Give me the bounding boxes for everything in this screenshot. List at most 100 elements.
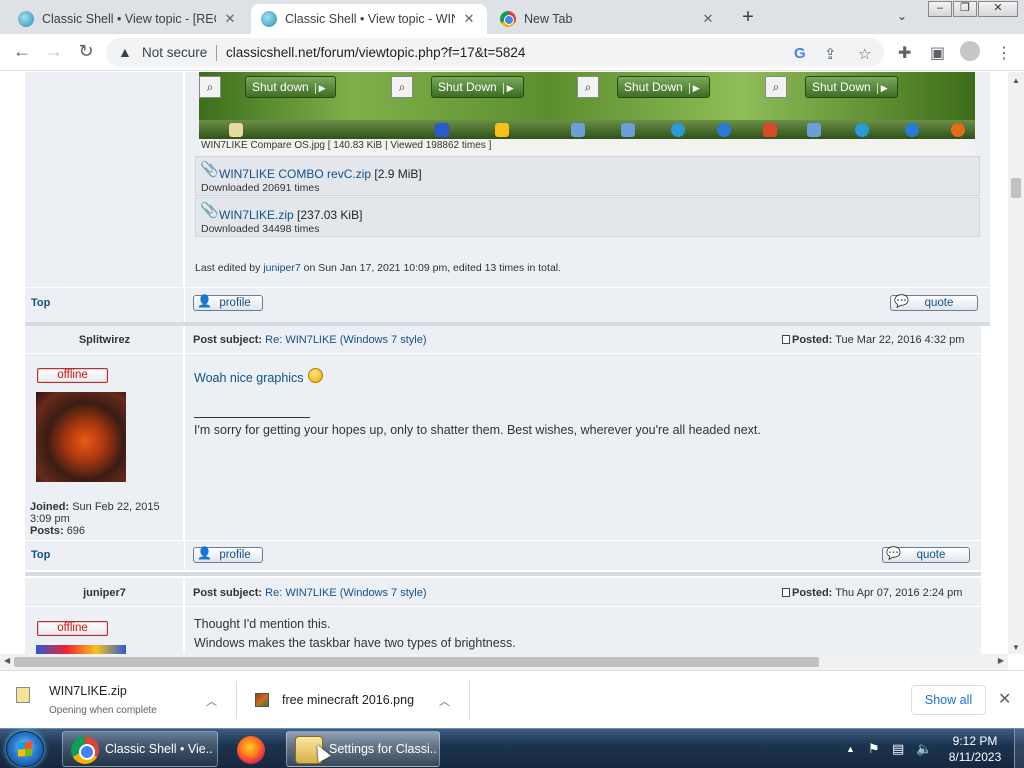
scroll-thumb[interactable] (14, 657, 819, 667)
tab-title: Classic Shell • View topic - WIN7LIKE (285, 12, 455, 26)
download-item-minecraft[interactable]: free minecraft 2016.png ︿ (237, 671, 469, 729)
profile-button[interactable]: 👤 profile (193, 294, 263, 311)
subject-label: Post subject: (193, 334, 263, 346)
extensions-icon[interactable]: ✚ (898, 43, 911, 63)
folder-icon (495, 123, 509, 137)
url-text[interactable]: classicshell.net/forum/viewtopic.php?f=1… (226, 45, 525, 60)
menu-kebab-icon[interactable]: ⋮ (996, 43, 1012, 63)
close-tab-icon[interactable]: ✕ (461, 11, 477, 27)
show-all-button[interactable]: Show all (911, 685, 986, 715)
subject-link[interactable]: Re: WIN7LIKE (Windows 7 style) (265, 334, 426, 346)
monitor-icon (807, 123, 821, 137)
posts-count: 696 (66, 525, 86, 537)
chrome-icon (500, 11, 516, 27)
taskbar-chrome[interactable]: Classic Shell • Vie... (62, 731, 218, 767)
warning-icon[interactable]: ▲ (118, 44, 132, 60)
reload-icon[interactable]: ↻ (74, 41, 98, 62)
image-file-icon (255, 693, 269, 707)
scroll-down-icon[interactable]: ▼ (1012, 643, 1020, 652)
post-author[interactable]: juniper7 (25, 587, 184, 599)
close-tab-icon[interactable]: ✕ (700, 11, 716, 27)
profile-button[interactable]: 👤 profile (193, 546, 263, 563)
edit-prefix: Last edited by (195, 262, 261, 274)
profile-avatar-icon[interactable] (960, 41, 980, 61)
google-lens-icon[interactable]: G (794, 45, 806, 62)
shutdown-label: Shut Down (624, 80, 683, 94)
download-item-win7like[interactable]: WIN7LIKE.zip Opening when complete ︿ (0, 671, 236, 729)
zip-file-icon (16, 687, 30, 703)
show-desktop-button[interactable] (1014, 729, 1024, 768)
post-message-line-2: Windows makes the taskbar have two types… (194, 636, 516, 650)
attachment-link[interactable]: WIN7LIKE COMBO revC.zip (219, 167, 371, 181)
message-text: Woah nice graphics (194, 371, 304, 385)
attachment-link[interactable]: WIN7LIKE.zip (219, 208, 294, 222)
security-label[interactable]: Not secure (142, 45, 207, 60)
download-filename: free minecraft 2016.png (282, 693, 415, 707)
post-author[interactable]: Splitwirez (25, 334, 184, 346)
download-filename: WIN7LIKE.zip (49, 684, 127, 698)
top-link[interactable]: Top (31, 297, 50, 309)
subject-link[interactable]: Re: WIN7LIKE (Windows 7 style) (265, 587, 426, 599)
laughing-smiley-icon (307, 368, 323, 383)
divider (469, 681, 470, 719)
system-clock[interactable]: 9:12 PM 8/11/2023 (940, 733, 1010, 765)
tab-search-icon[interactable]: ⌄ (897, 9, 907, 23)
posted-value: Tue Mar 22, 2016 4:32 pm (835, 334, 965, 346)
download-count: Downloaded 20691 times (201, 182, 320, 194)
quote-button[interactable]: 💬 quote (882, 546, 970, 563)
clock-time: 9:12 PM (952, 734, 998, 748)
status-badge: offline (37, 621, 108, 636)
taskbar-firefox[interactable] (224, 731, 278, 767)
post-icon[interactable] (782, 335, 790, 344)
close-window-button[interactable]: ✕ (978, 1, 1018, 17)
tab-classic-shell-2[interactable]: Classic Shell • View topic - WIN7LIKE ✕ (251, 4, 487, 34)
posts-label: Posts: (30, 525, 64, 537)
maximize-button[interactable]: ❐ (953, 1, 977, 17)
network-icon[interactable]: ▤ (892, 741, 904, 757)
taskbar-classic-shell-settings[interactable]: Settings for Classi... (286, 731, 440, 767)
start-button[interactable] (6, 731, 44, 767)
tray-expand-icon[interactable]: ▲ (846, 744, 855, 754)
new-tab-button[interactable]: + (737, 6, 759, 29)
close-tab-icon[interactable]: ✕ (222, 11, 238, 27)
forward-icon[interactable]: → (42, 41, 66, 62)
posted-label: Posted: (792, 334, 833, 346)
horizontal-scrollbar[interactable]: ◀ ▶ (0, 654, 1008, 670)
chevron-up-icon[interactable]: ︿ (439, 693, 450, 709)
chevron-up-icon[interactable]: ︿ (206, 693, 217, 709)
divider (184, 288, 185, 322)
divider (25, 606, 981, 607)
search-icon: ⌕ (577, 76, 599, 98)
attached-image-win7like-compare[interactable]: ⌕ Shut down ▶ ⌕ Shut Down ▶ ⌕ Shut Down ▶ ⌕… (199, 72, 975, 139)
side-panel-icon[interactable]: ▣ (930, 43, 945, 63)
close-icon[interactable]: ✕ (998, 689, 1011, 709)
bookmark-star-icon[interactable]: ☆ (858, 45, 871, 63)
tab-new-tab[interactable]: New Tab ✕ (490, 4, 726, 34)
tab-classic-shell-1[interactable]: Classic Shell • View topic - [REQU ✕ (8, 4, 248, 34)
download-count: Downloaded 34498 times (201, 223, 320, 235)
scroll-left-icon[interactable]: ◀ (4, 656, 10, 665)
avatar (36, 645, 126, 654)
post-icon[interactable] (782, 588, 790, 597)
edit-user-link[interactable]: juniper7 (263, 262, 300, 274)
share-icon[interactable]: ⇪ (824, 45, 837, 63)
scroll-up-icon[interactable]: ▲ (1012, 76, 1020, 85)
address-bar[interactable]: ▲ Not secure classicshell.net/forum/view… (106, 38, 884, 67)
scroll-thumb[interactable] (1011, 178, 1021, 198)
quote-button[interactable]: 💬 quote (890, 294, 978, 311)
windows-logo-icon (18, 741, 32, 757)
action-center-icon[interactable]: ⚑ (868, 741, 880, 757)
top-link[interactable]: Top (31, 549, 50, 561)
classic-shell-icon (18, 11, 34, 27)
volume-icon[interactable]: 🔈 (916, 741, 932, 757)
minimize-button[interactable]: – (928, 1, 952, 17)
back-icon[interactable]: ← (10, 41, 34, 62)
scroll-right-icon[interactable]: ▶ (998, 656, 1004, 665)
search-icon: ⌕ (765, 76, 787, 98)
computer-icon (435, 123, 449, 137)
tab-strip: Classic Shell • View topic - [REQU ✕ Cla… (0, 0, 1024, 34)
quote-bubble-icon: 💬 (886, 546, 901, 560)
monitor-icon (571, 123, 585, 137)
vertical-scrollbar[interactable]: ▲ ▼ (1008, 72, 1024, 654)
signature: I'm sorry for getting your hopes up, onl… (194, 423, 761, 437)
